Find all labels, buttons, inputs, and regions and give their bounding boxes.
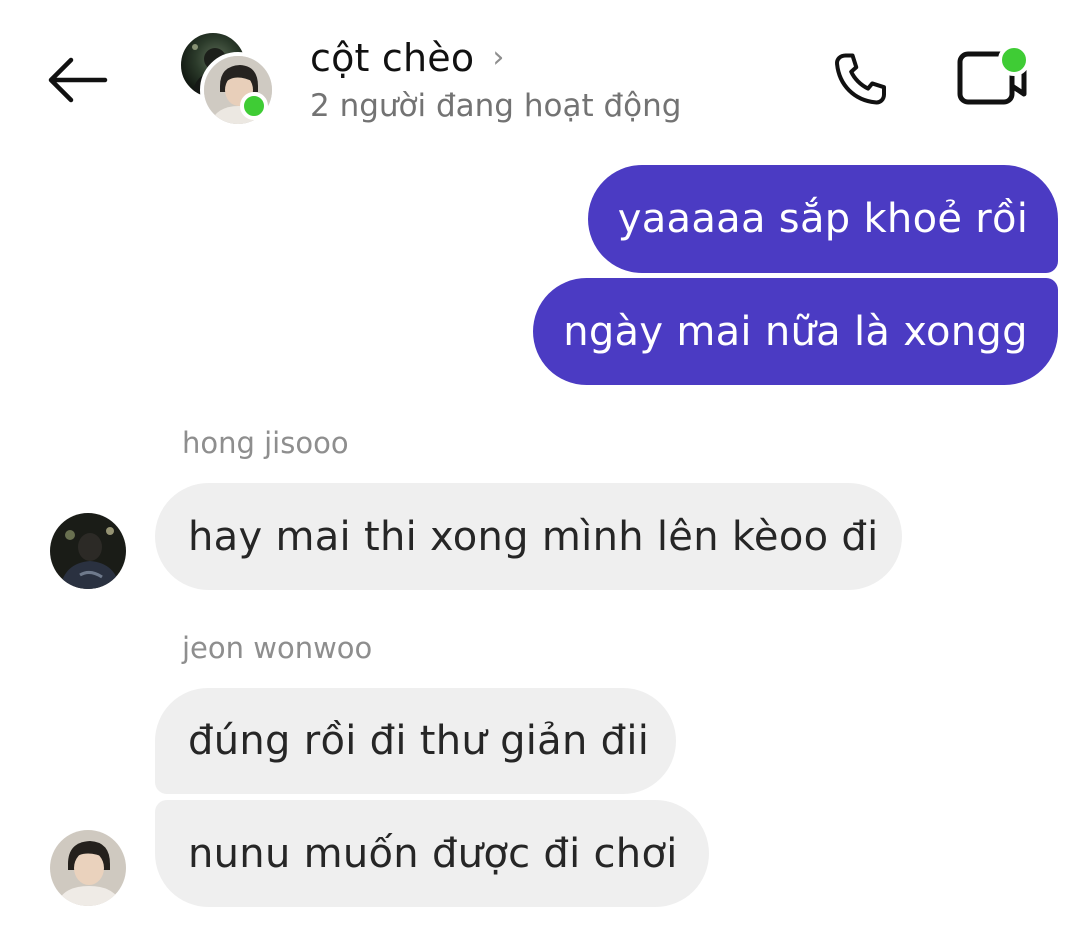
arrow-left-icon: [48, 57, 108, 103]
message-text: yaaaaa sắp khoẻ rồi: [617, 196, 1029, 242]
message-text: ngày mai nữa là xongg: [563, 308, 1028, 355]
chat-title[interactable]: cột chèo ›: [310, 34, 504, 82]
online-status-dot: [240, 92, 268, 120]
message-text: đúng rồi đi thư giản đii: [188, 718, 650, 764]
chevron-right-icon: ›: [492, 40, 505, 75]
message-text: hay mai thi xong mình lên kèoo đi: [188, 513, 879, 560]
active-status: 2 người đang hoạt động: [310, 88, 682, 124]
incoming-message[interactable]: nunu muốn được đi chơi: [155, 800, 709, 907]
avatar-jeon-wonwoo[interactable]: [50, 830, 126, 906]
outgoing-message[interactable]: yaaaaa sắp khoẻ rồi: [588, 165, 1058, 273]
video-call-button[interactable]: [948, 40, 1034, 116]
group-avatar[interactable]: [176, 28, 276, 128]
incoming-message[interactable]: hay mai thi xong mình lên kèoo đi: [155, 483, 902, 590]
message-text: nunu muốn được đi chơi: [188, 830, 678, 877]
voice-call-button[interactable]: [820, 42, 900, 118]
group-name: cột chèo: [310, 36, 475, 80]
sender-name: hong jisooo: [182, 426, 349, 460]
video-active-dot: [998, 44, 1030, 76]
outgoing-message[interactable]: ngày mai nữa là xongg: [533, 278, 1058, 385]
avatar-hong-jisooo[interactable]: [50, 513, 126, 589]
incoming-message[interactable]: đúng rồi đi thư giản đii: [155, 688, 676, 794]
back-button[interactable]: [40, 48, 114, 112]
phone-icon: [835, 53, 886, 105]
member-avatar-front: [200, 52, 276, 128]
sender-name: jeon wonwoo: [182, 631, 373, 665]
